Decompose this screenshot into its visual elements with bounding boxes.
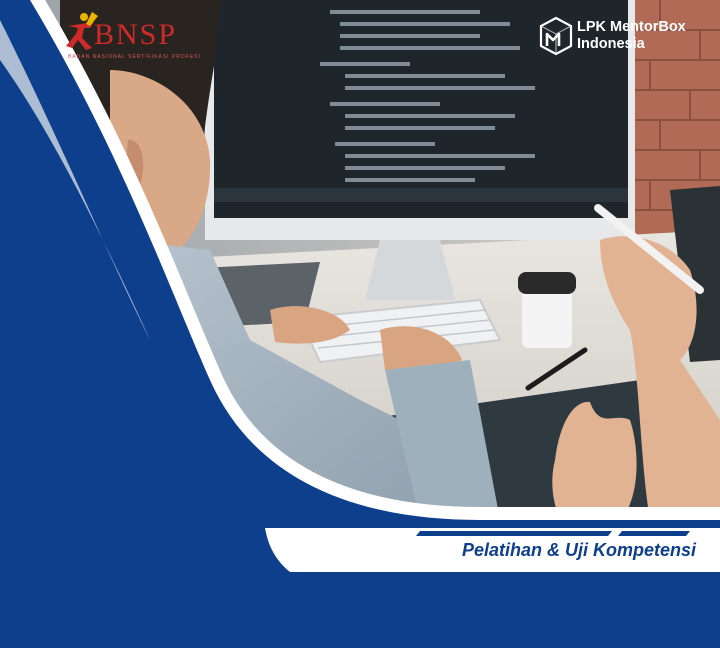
tagline-text: Pelatihan & Uji Kompetensi	[461, 540, 696, 560]
promo-banner: BNSP BADAN NASIONAL SERTIFIKASI PROFESI …	[0, 0, 720, 648]
bnsp-logo: BNSP BADAN NASIONAL SERTIFIKASI PROFESI	[64, 10, 224, 64]
tagline-box: Pelatihan & Uji Kompetensi	[380, 536, 700, 570]
mentorbox-line2: Indonesia	[577, 36, 645, 52]
bnsp-subtitle: BADAN NASIONAL SERTIFIKASI PROFESI	[68, 54, 201, 60]
mentorbox-line1: LPK MentorBox	[577, 19, 686, 35]
mentorbox-cube-icon	[539, 16, 573, 56]
bnsp-wordmark: BNSP	[94, 18, 178, 51]
mentorbox-name: LPK MentorBox Indonesia	[577, 19, 686, 53]
mentorbox-logo: LPK MentorBox Indonesia	[539, 16, 719, 60]
